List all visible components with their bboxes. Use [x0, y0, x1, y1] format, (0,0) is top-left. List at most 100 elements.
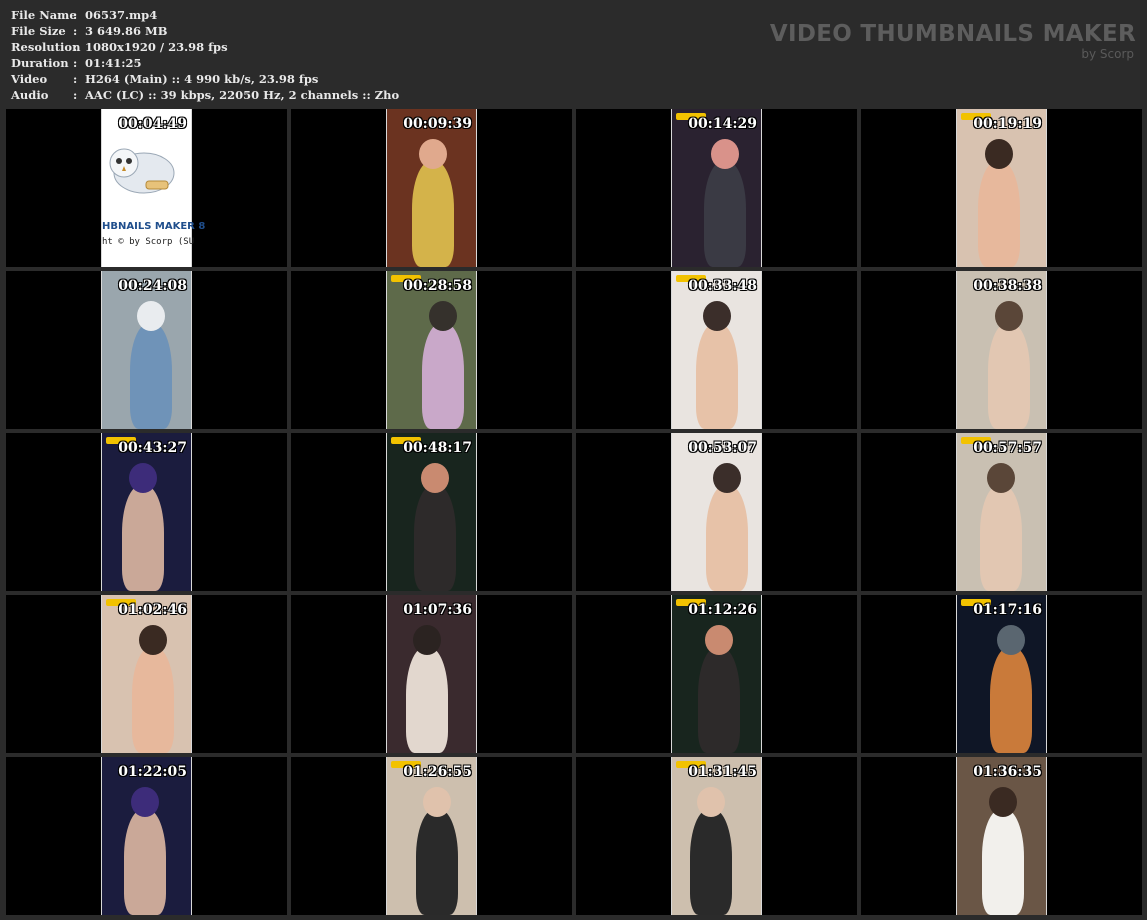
file-info: File Name:06537.mp4 File Size:3 649.86 MB…: [11, 7, 399, 103]
thumbnail-cell[interactable]: 01:02:46: [6, 595, 287, 753]
figure-head: [137, 301, 165, 331]
figure-silhouette: [690, 809, 732, 915]
timestamp: 00:48:17: [403, 440, 472, 456]
timestamp: 01:26:55: [403, 764, 472, 780]
thumbnail-frame: 00:53:07: [671, 433, 762, 591]
thumbnail-cell[interactable]: 00:28:58: [291, 271, 572, 429]
figure-head: [423, 787, 451, 817]
figure-head: [995, 301, 1023, 331]
brand-title: VIDEO THUMBNAILS MAKER: [769, 21, 1136, 47]
timestamp: 00:43:27: [118, 440, 187, 456]
figure-head: [139, 625, 167, 655]
thumbnail-frame: 00:19:19: [956, 109, 1047, 267]
thumbnail-frame: 01:36:35: [956, 757, 1047, 915]
thumbnail-cell[interactable]: 01:12:26: [576, 595, 857, 753]
timestamp: 00:33:48: [688, 278, 757, 294]
meta-key: Audio: [11, 88, 49, 102]
timestamp: 01:22:05: [118, 764, 187, 780]
thumbnail-frame: 01:12:26: [671, 595, 762, 753]
timestamp: 00:14:29: [688, 116, 757, 132]
thumbnail-cell[interactable]: 00:57:57: [861, 433, 1142, 591]
meta-value: 06537.mp4: [85, 8, 158, 22]
thumbnail-cell[interactable]: 01:26:55: [291, 757, 572, 915]
figure-silhouette: [980, 485, 1022, 591]
thumbnail-cell[interactable]: 00:38:38: [861, 271, 1142, 429]
thumbnail-cell[interactable]: 01:31:45: [576, 757, 857, 915]
thumbnail-frame: 00:48:17: [386, 433, 477, 591]
figure-silhouette: [988, 323, 1030, 429]
thumbnail-cell[interactable]: 00:43:27: [6, 433, 287, 591]
thumbnail-frame: 00:14:29: [671, 109, 762, 267]
thumbnail-cell[interactable]: 00:33:48: [576, 271, 857, 429]
figure-silhouette: [698, 647, 740, 753]
figure-head: [985, 139, 1013, 169]
info-header: File Name:06537.mp4 File Size:3 649.86 MB…: [0, 0, 1147, 108]
thumbnail-cell[interactable]: 01:36:35: [861, 757, 1142, 915]
figure-head: [429, 301, 457, 331]
figure-head: [413, 625, 441, 655]
figure-silhouette: [978, 161, 1020, 267]
timestamp: 01:17:16: [973, 602, 1042, 618]
thumbnail-frame: 01:26:55: [386, 757, 477, 915]
timestamp: 00:04:49: [118, 116, 187, 132]
thumbnail-cell[interactable]: 01:17:16: [861, 595, 1142, 753]
timestamp: 01:07:36: [403, 602, 472, 618]
meta-value: 3 649.86 MB: [85, 24, 168, 38]
brand-watermark: VIDEO THUMBNAILS MAKER by Scorp: [770, 20, 1136, 61]
timestamp: 01:02:46: [118, 602, 187, 618]
meta-row: File Size:3 649.86 MB: [11, 23, 399, 39]
thumbnail-cell[interactable]: 00:14:29: [576, 109, 857, 267]
timestamp: 00:28:58: [403, 278, 472, 294]
thumbnail-frame: 00:43:27: [101, 433, 192, 591]
timestamp: 00:09:39: [403, 116, 472, 132]
figure-head: [711, 139, 739, 169]
meta-value: 01:41:25: [85, 56, 142, 70]
thumbnail-frame: 00:57:57: [956, 433, 1047, 591]
figure-silhouette: [406, 647, 448, 753]
thumbnail-cell[interactable]: 01:22:05: [6, 757, 287, 915]
figure-silhouette: [416, 809, 458, 915]
figure-silhouette: [422, 323, 464, 429]
thumbnail-cell[interactable]: 01:07:36: [291, 595, 572, 753]
thumbnail-frame: 01:07:36: [386, 595, 477, 753]
figure-silhouette: [122, 485, 164, 591]
thumbnail-frame: 01:17:16: [956, 595, 1047, 753]
thumbnail-cell[interactable]: 00:24:08: [6, 271, 287, 429]
thumbnail-frame: 00:28:58: [386, 271, 477, 429]
thumbnail-cell[interactable]: 00:53:07: [576, 433, 857, 591]
thumbnail-cell[interactable]: HBNAILS MAKER 8 ht © by Scorp (SU 00:04:49: [6, 109, 287, 267]
thumbnail-frame: 01:02:46: [101, 595, 192, 753]
thumbnail-frame: 01:22:05: [101, 757, 192, 915]
figure-silhouette: [132, 647, 174, 753]
figure-head: [705, 625, 733, 655]
figure-head: [989, 787, 1017, 817]
logo-title: HBNAILS MAKER 8: [102, 221, 206, 232]
meta-value: 1080x1920 / 23.98 fps: [85, 40, 228, 54]
figure-silhouette: [982, 809, 1024, 915]
meta-value: H264 (Main) :: 4 990 kb/s, 23.98 fps: [85, 72, 319, 86]
thumbnail-grid: HBNAILS MAKER 8 ht © by Scorp (SU 00:04:49…: [6, 109, 1142, 915]
meta-row: Resolution:1080x1920 / 23.98 fps: [11, 39, 399, 55]
figure-head: [421, 463, 449, 493]
thumbnail-cell[interactable]: 00:48:17: [291, 433, 572, 591]
figure-head: [713, 463, 741, 493]
timestamp: 00:57:57: [973, 440, 1042, 456]
meta-separator: :: [73, 8, 78, 22]
timestamp: 00:38:38: [973, 278, 1042, 294]
owl-icon: [106, 137, 176, 207]
figure-silhouette: [696, 323, 738, 429]
figure-head: [131, 787, 159, 817]
meta-key: Resolution: [11, 40, 81, 54]
brand-subtitle: by Scorp: [1081, 47, 1134, 61]
logo-copyright: ht © by Scorp (SU: [102, 237, 195, 247]
thumbnail-cell[interactable]: 00:19:19: [861, 109, 1142, 267]
timestamp: 00:24:08: [118, 278, 187, 294]
meta-row: Video: H264 (Main) :: 4 990 kb/s, 23.98 f…: [11, 71, 399, 87]
meta-row: Duration:01:41:25: [11, 55, 399, 71]
thumbnail-frame: 00:24:08: [101, 271, 192, 429]
figure-head: [419, 139, 447, 169]
timestamp: 01:31:45: [688, 764, 757, 780]
timestamp: 00:19:19: [973, 116, 1042, 132]
figure-head: [697, 787, 725, 817]
thumbnail-cell[interactable]: 00:09:39: [291, 109, 572, 267]
